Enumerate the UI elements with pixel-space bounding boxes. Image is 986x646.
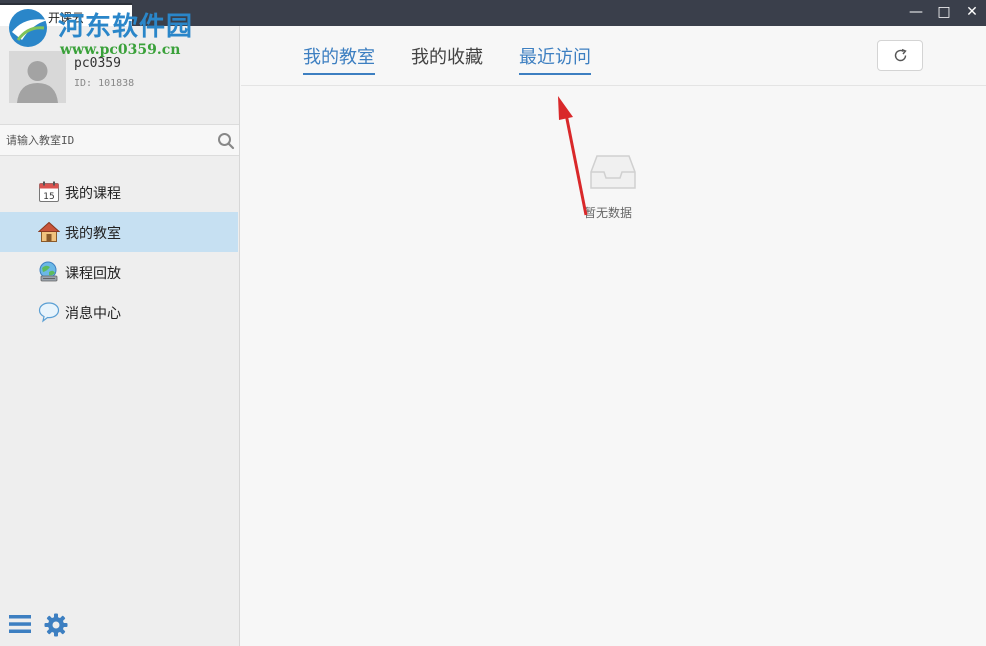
empty-inbox-icon (590, 155, 636, 189)
tab-bar: 我的教室 我的收藏 最近访问 (241, 26, 986, 86)
tab-recent-visits[interactable]: 最近访问 (519, 43, 591, 75)
sidebar-item-my-courses[interactable]: 15 我的课程 (0, 172, 238, 212)
calendar-icon: 15 (39, 181, 59, 202)
classroom-id-search-input[interactable] (0, 125, 210, 155)
close-button[interactable]: ✕ (958, 0, 986, 26)
main-panel: 我的教室 我的收藏 最近访问 暂无数据 (241, 26, 986, 646)
sidebar-item-message-center[interactable]: 消息中心 (0, 292, 238, 332)
message-bubble-icon (38, 302, 60, 323)
username: pc0359 (74, 56, 121, 71)
app-window: 开课云 — □ ✕ pc0359 ID: 101838 请输入教室ID 15 我… (0, 0, 986, 646)
watermark-url: www.pc0359.cn (60, 42, 181, 58)
playback-icon (39, 261, 58, 282)
search-bar (0, 124, 239, 156)
sidebar-item-label: 消息中心 (65, 306, 121, 322)
gear-icon[interactable] (44, 613, 68, 637)
sidebar-item-course-playback[interactable]: 课程回放 (0, 252, 238, 292)
minimize-button[interactable]: — (902, 0, 930, 26)
search-icon[interactable] (217, 132, 235, 150)
avatar[interactable] (9, 51, 66, 103)
sidebar-item-label: 我的教室 (65, 226, 121, 242)
sidebar-item-label: 我的课程 (65, 186, 121, 202)
sidebar-item-label: 课程回放 (65, 266, 121, 282)
tab-my-favorites[interactable]: 我的收藏 (411, 43, 483, 75)
watermark-logo (9, 9, 48, 47)
sidebar: pc0359 ID: 101838 15 我的课程 (0, 26, 240, 646)
sidebar-nav: 15 我的课程 我的教室 课程回放 消息中心 (0, 172, 239, 332)
svg-text:15: 15 (43, 192, 54, 202)
house-icon (38, 221, 60, 242)
menu-icon[interactable] (9, 613, 31, 635)
refresh-button[interactable] (877, 40, 923, 71)
refresh-icon (894, 48, 907, 62)
default-user-icon (9, 51, 66, 103)
maximize-button[interactable]: □ (930, 0, 958, 26)
empty-state-text: 暂无数据 (584, 206, 633, 220)
sidebar-item-my-classroom[interactable]: 我的教室 (0, 212, 238, 252)
watermark-site-name: 河东软件园 (58, 12, 194, 42)
tab-my-classroom[interactable]: 我的教室 (303, 43, 375, 75)
user-id: ID: 101838 (74, 78, 135, 89)
